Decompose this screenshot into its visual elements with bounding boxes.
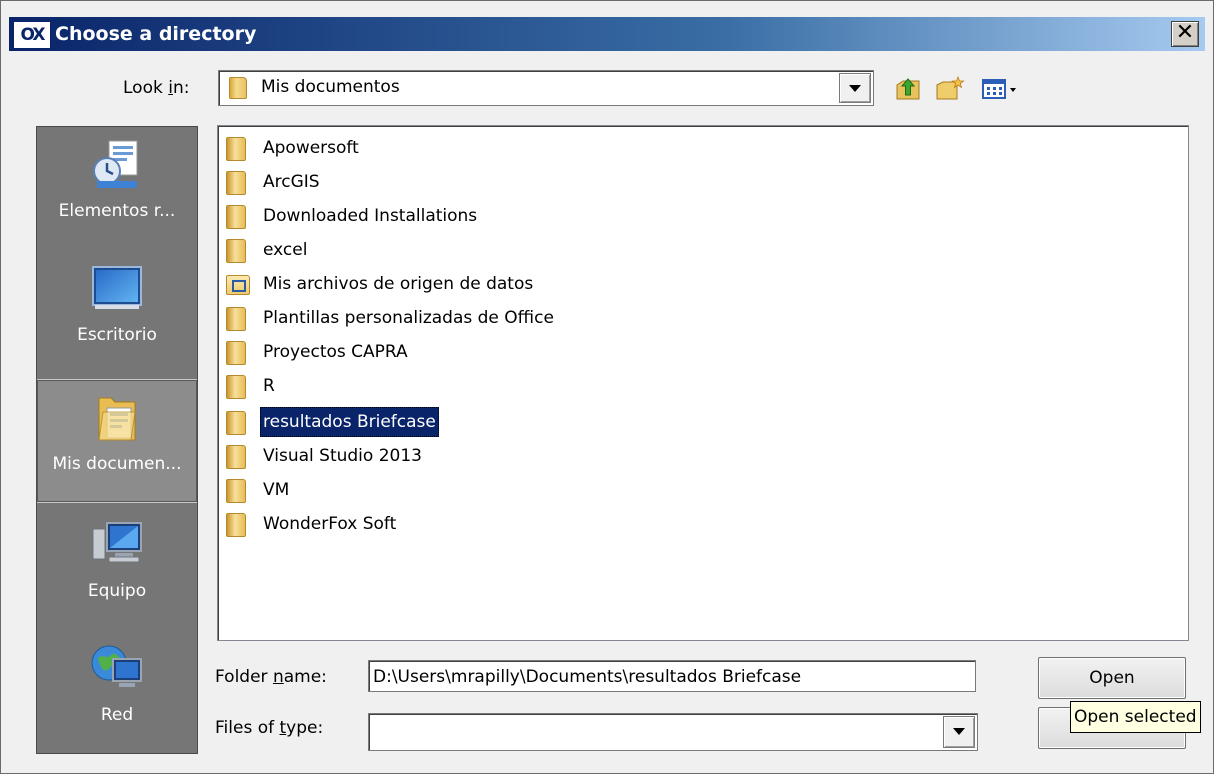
view-menu-icon[interactable] — [980, 75, 1020, 103]
dialog-title: Choose a directory — [55, 23, 257, 45]
folder-icon — [226, 375, 246, 399]
folder-icon — [226, 411, 246, 435]
folder-list[interactable]: Apowersoft ArcGIS Downloaded Installatio… — [217, 125, 1189, 641]
place-network[interactable]: Red — [37, 631, 197, 753]
folder-icon — [226, 137, 246, 161]
documents-folder-icon — [229, 77, 247, 99]
app-logo-icon: OX — [13, 21, 51, 49]
look-in-combobox[interactable]: Mis documentos — [218, 70, 874, 106]
new-folder-icon[interactable] — [935, 75, 965, 103]
recent-items-icon — [93, 140, 138, 188]
folder-icon — [226, 513, 246, 537]
folder-icon — [226, 171, 246, 195]
folder-name-input[interactable]: D:\Users\mrapilly\Documents\resultados B… — [368, 660, 976, 692]
place-recent-items[interactable]: Elementos r... — [37, 127, 197, 249]
files-of-type-dropdown-arrow[interactable] — [943, 716, 975, 748]
files-of-type-label: Files of type: — [215, 718, 324, 738]
folder-icon — [226, 307, 246, 331]
folder-name-label: Folder name: — [215, 667, 327, 687]
look-in-dropdown-arrow[interactable] — [839, 73, 871, 103]
place-my-documents[interactable]: Mis documen... — [37, 379, 197, 503]
desktop-icon — [92, 266, 142, 309]
data-sources-folder-icon — [226, 275, 250, 295]
open-tooltip: Open selected — [1070, 701, 1201, 733]
places-bar: Elementos r... Escritorio Mis documen... — [36, 126, 198, 754]
up-one-level-icon[interactable] — [894, 75, 924, 103]
folder-icon — [226, 479, 246, 503]
close-button[interactable]: ✕ — [1171, 21, 1199, 47]
close-icon: ✕ — [1175, 20, 1195, 45]
my-documents-icon — [98, 397, 136, 441]
folder-icon — [226, 341, 246, 365]
look-in-label: Look in: — [123, 78, 190, 98]
open-button[interactable]: Open — [1038, 657, 1186, 699]
title-bar[interactable]: OX Choose a directory ✕ — [9, 17, 1205, 51]
place-computer[interactable]: Equipo — [37, 507, 197, 629]
folder-icon — [226, 205, 246, 229]
network-icon — [91, 645, 142, 687]
files-of-type-combobox[interactable] — [368, 713, 978, 751]
folder-icon — [226, 445, 246, 469]
folder-icon — [226, 239, 246, 263]
look-in-value: Mis documentos — [261, 77, 400, 97]
place-desktop[interactable]: Escritorio — [37, 251, 197, 373]
choose-directory-dialog: OX Choose a directory ✕ Look in: Mis doc… — [0, 0, 1214, 774]
computer-icon — [92, 522, 142, 563]
